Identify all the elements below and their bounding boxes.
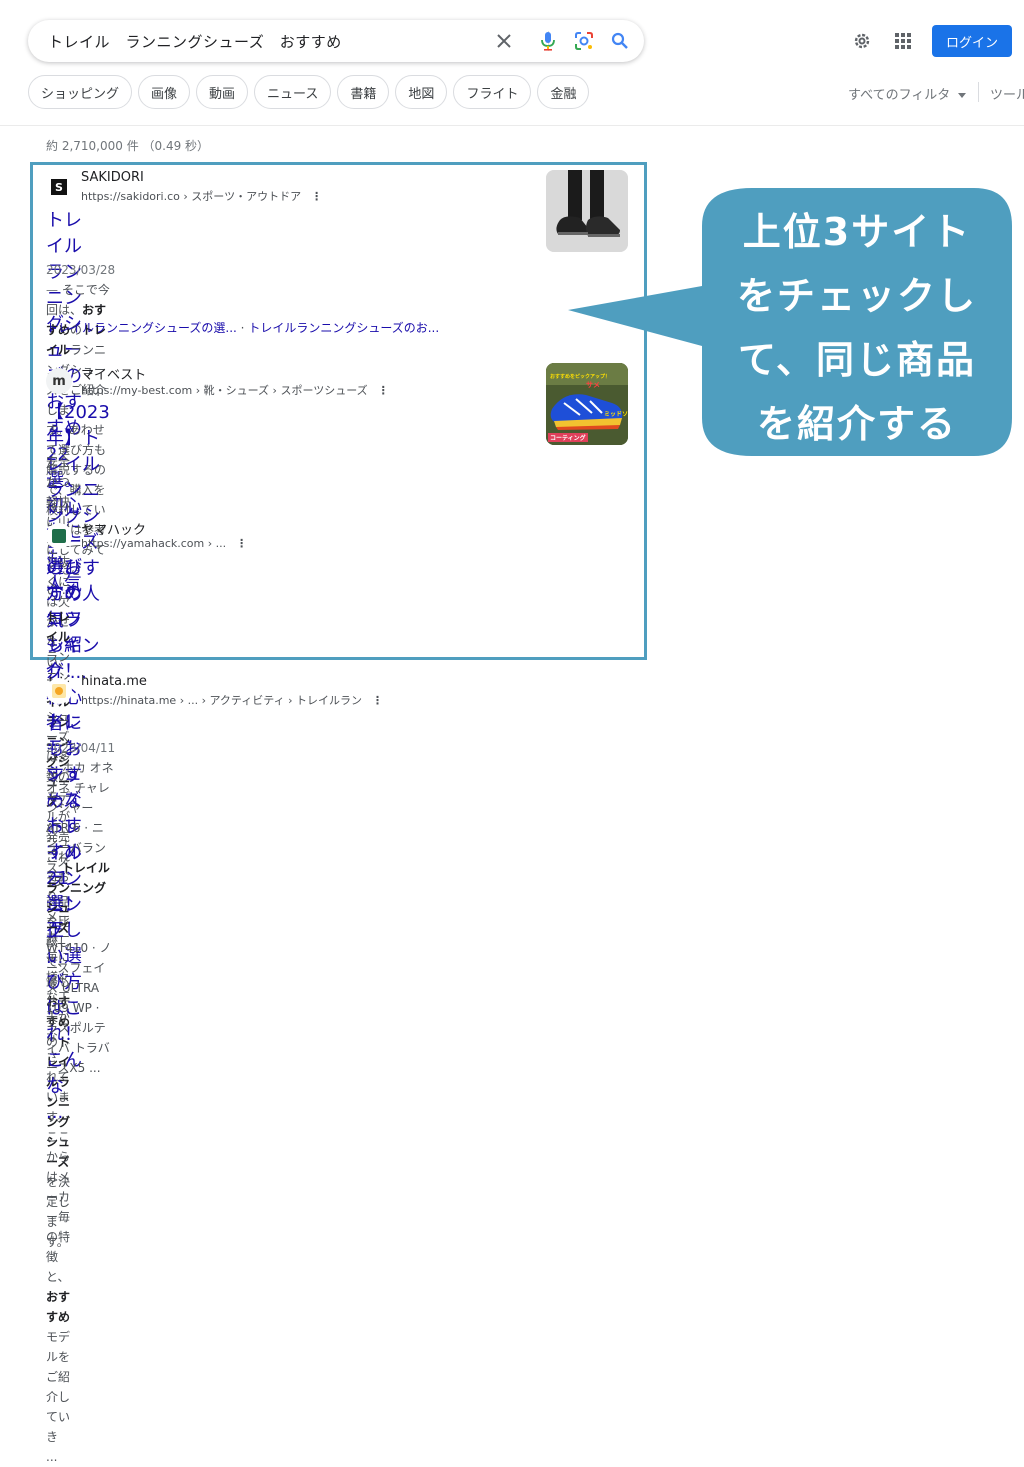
url-text: https://my-best.com › 靴・シューズ › スポーツシューズ bbox=[81, 384, 368, 397]
site-url[interactable]: https://yamahack.com › ... ⋮ bbox=[81, 537, 247, 550]
callout-line: 上位3サイト bbox=[742, 210, 972, 254]
search-box[interactable]: トレイル ランニングシューズ おすすめ bbox=[28, 20, 644, 62]
chip-images[interactable]: 画像 bbox=[138, 75, 191, 109]
url-text: https://yamahack.com › ... bbox=[81, 537, 227, 550]
chip-maps[interactable]: 地図 bbox=[395, 75, 448, 109]
site-name[interactable]: hinata.me bbox=[81, 674, 147, 689]
more-vert-icon[interactable]: ⋮ bbox=[372, 694, 383, 707]
mic-icon[interactable] bbox=[536, 29, 560, 53]
tools-divider bbox=[978, 82, 979, 102]
chip-news[interactable]: ニュース bbox=[254, 75, 332, 109]
callout-line: て、同じ商品 bbox=[737, 338, 977, 382]
login-button[interactable]: ログイン bbox=[932, 25, 1012, 57]
mybest-favicon: m bbox=[46, 368, 72, 394]
header-divider bbox=[0, 125, 1024, 126]
sitelink[interactable]: トレイルランニングシューズの選... bbox=[46, 321, 237, 335]
site-name[interactable]: ヤマハック bbox=[81, 519, 146, 538]
snippet-bold: ーズ bbox=[46, 921, 70, 935]
site-url[interactable]: https://my-best.com › 靴・シューズ › スポーツシューズ ⋮ bbox=[81, 382, 389, 398]
site-url[interactable]: https://hinata.me › ... › アクティビティ › トレイル… bbox=[81, 692, 383, 708]
hinata-logo-icon bbox=[52, 684, 66, 698]
snippet-bold: おすすめ bbox=[46, 1290, 71, 1324]
sitelink-separator: · bbox=[236, 321, 249, 335]
chip-finance[interactable]: 金融 bbox=[537, 75, 590, 109]
chip-books[interactable]: 書籍 bbox=[337, 75, 390, 109]
callout-line: を紹介する bbox=[756, 402, 957, 446]
sitelink[interactable]: トレイルランニングシューズのお... bbox=[248, 321, 439, 335]
chip-flights[interactable]: フライト bbox=[453, 75, 532, 109]
chip-videos[interactable]: 動画 bbox=[196, 75, 249, 109]
settings-gear-icon[interactable] bbox=[850, 29, 874, 53]
sakidori-favicon: S bbox=[46, 174, 72, 200]
yamahack-favicon bbox=[46, 523, 72, 549]
url-text: https://sakidori.co › スポーツ・アウトドア bbox=[81, 190, 302, 203]
hinata-favicon bbox=[46, 678, 72, 704]
callout-text: 上位3サイト をチェックし て、同じ商品 を紹介する bbox=[712, 200, 1002, 456]
all-filters-label: すべてのフィルタ bbox=[848, 88, 951, 103]
tools-button[interactable]: ツール bbox=[990, 84, 1024, 103]
result-snippet: 2023/04/11 — ホカ オネオネ チャレンジャー ATR 6 · ニュー… bbox=[46, 738, 115, 1078]
clear-icon[interactable] bbox=[492, 29, 516, 53]
lens-icon[interactable] bbox=[572, 29, 596, 53]
chip-shopping[interactable]: ショッピング bbox=[28, 75, 133, 109]
search-icon[interactable] bbox=[608, 29, 632, 53]
caret-down-icon bbox=[958, 93, 967, 98]
result-stats: 約 2,710,000 件 （0.49 秒） bbox=[46, 139, 210, 153]
site-url[interactable]: https://sakidori.co › スポーツ・アウトドア ⋮ bbox=[81, 188, 322, 204]
sitelinks: トレイルランニングシューズの選... · トレイルランニングシューズのお... bbox=[46, 319, 439, 336]
more-vert-icon[interactable]: ⋮ bbox=[236, 537, 247, 550]
more-vert-icon[interactable]: ⋮ bbox=[378, 384, 389, 397]
snippet-text: WT410 · ノースフェイス ULTRA 109 WP · ラスポルティバ ト… bbox=[46, 941, 112, 1075]
more-vert-icon[interactable]: ⋮ bbox=[311, 190, 322, 203]
filter-chips: ショッピング 画像 動画 ニュース 書籍 地図 フライト 金融 bbox=[28, 75, 590, 109]
snippet-bold: トレイル bbox=[46, 610, 71, 644]
snippet-text: モデルをご紹介していき ... bbox=[46, 1330, 71, 1464]
url-text: https://hinata.me › ... › アクティビティ › トレイル… bbox=[81, 694, 362, 707]
callout-line: をチェックし bbox=[736, 274, 977, 318]
apps-grid-icon[interactable] bbox=[891, 29, 915, 53]
search-input[interactable]: トレイル ランニングシューズ おすすめ bbox=[48, 31, 342, 52]
mybest-logo-icon: m bbox=[52, 373, 66, 389]
yamahack-logo-icon bbox=[52, 529, 66, 543]
site-name[interactable]: SAKIDORI bbox=[81, 170, 144, 185]
site-name[interactable]: マイベスト bbox=[81, 364, 146, 383]
all-filters-dropdown[interactable]: すべてのフィルタ bbox=[848, 84, 967, 103]
sakidori-logo-icon: S bbox=[51, 179, 67, 195]
snippet-text: ホカ オネオネ チャレンジャー ATR 6 · ニューバランス bbox=[46, 761, 114, 875]
